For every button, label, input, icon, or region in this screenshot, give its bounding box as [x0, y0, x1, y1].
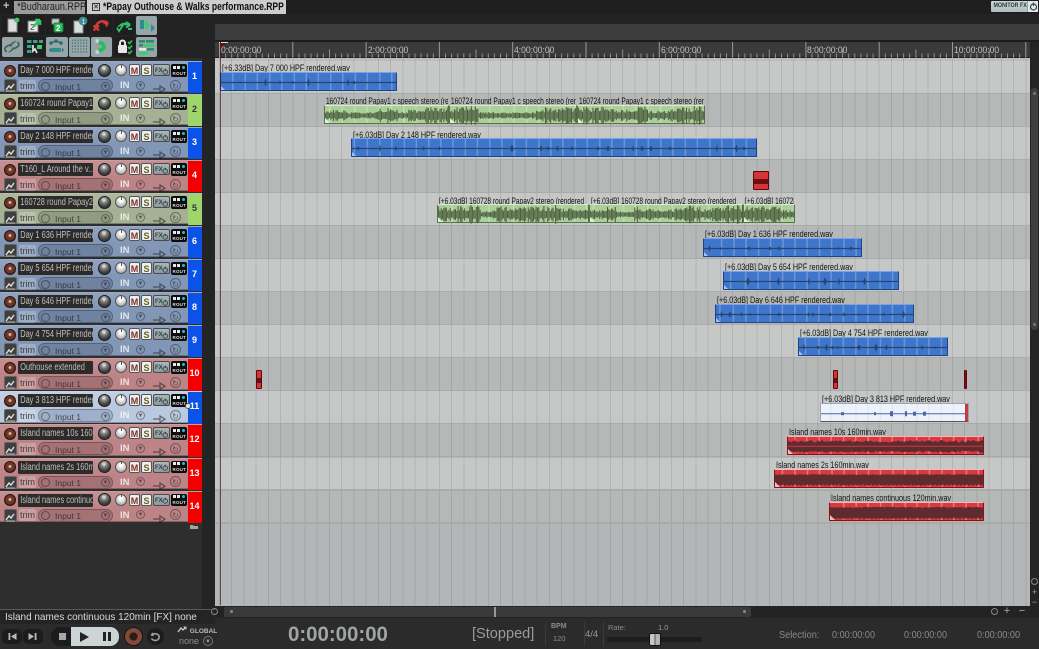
svg-text:1: 1 — [81, 19, 85, 26]
svg-text:2: 2 — [56, 24, 61, 33]
